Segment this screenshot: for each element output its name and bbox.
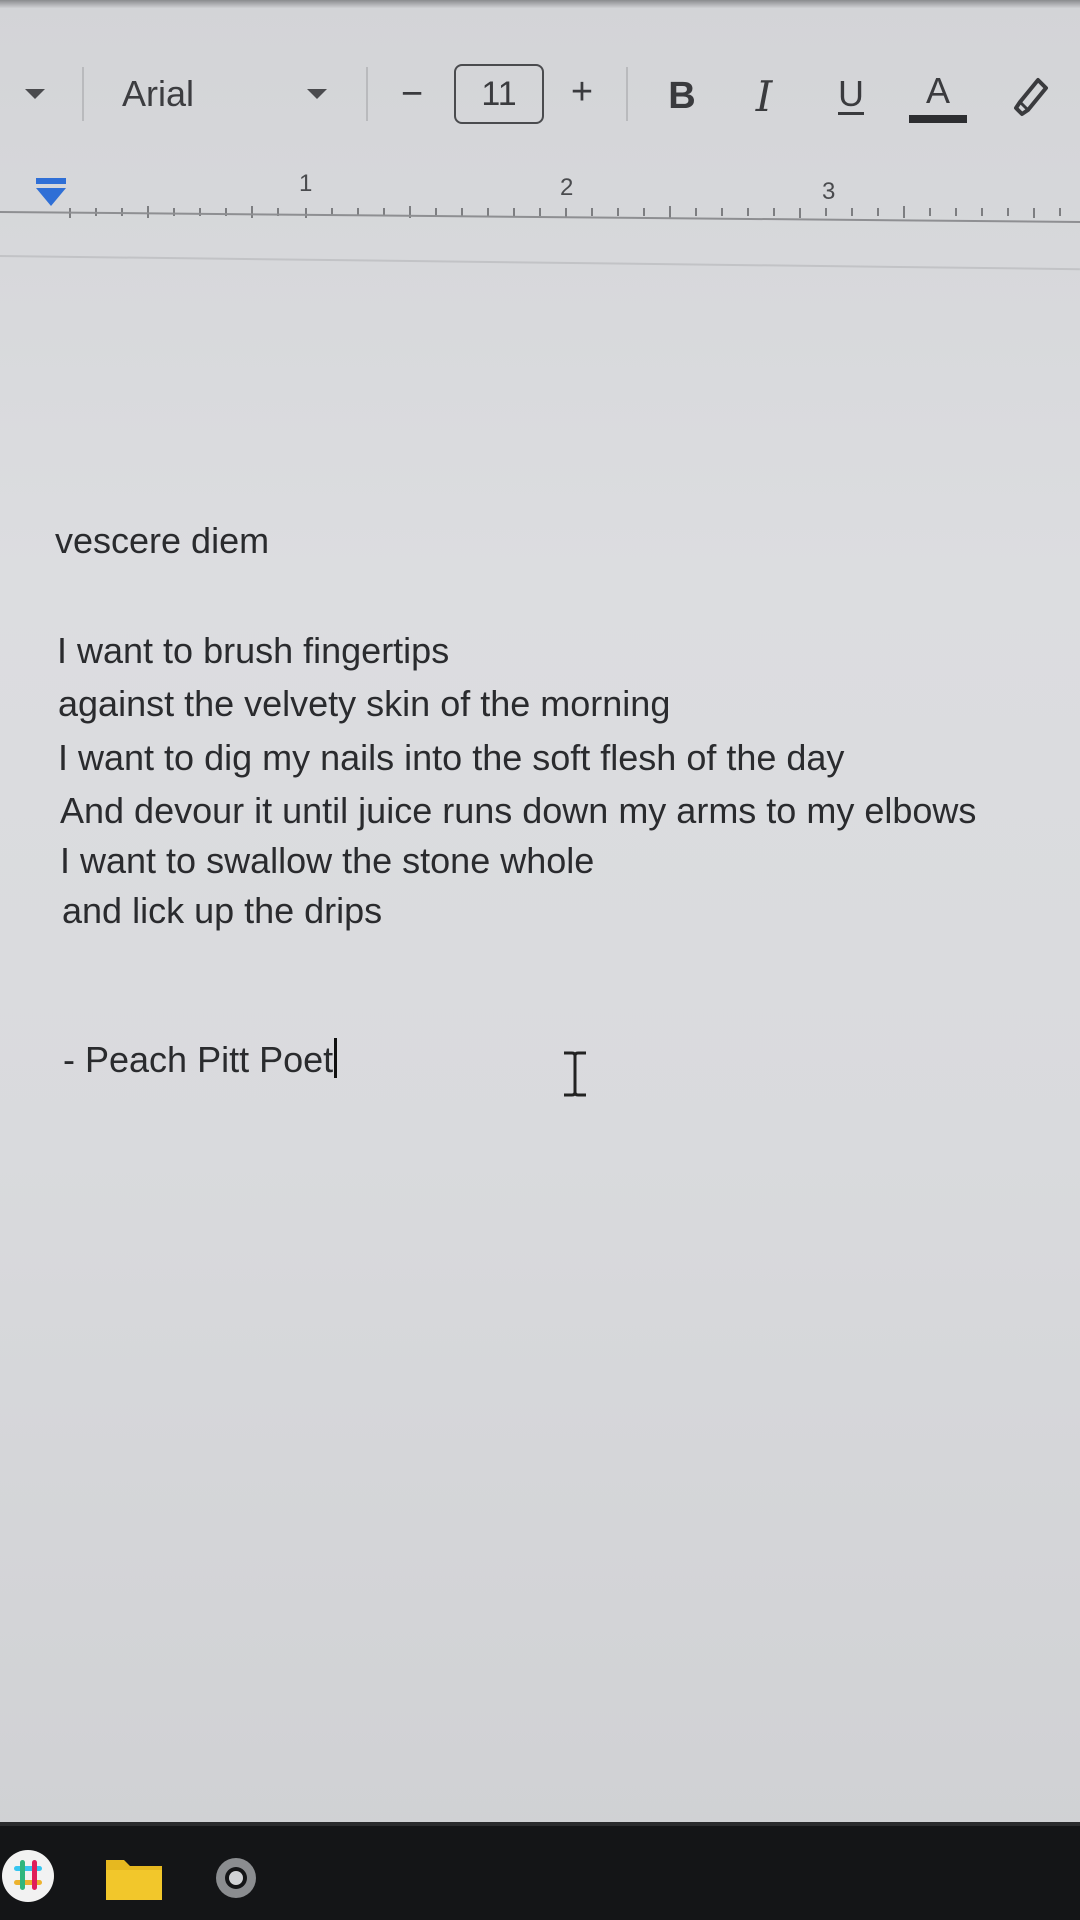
- poem-line: against the velvety skin of the morning: [58, 683, 671, 724]
- poem-line: I want to brush fingertips: [57, 630, 450, 671]
- signature-line: - Peach Pitt Poet: [63, 1038, 338, 1081]
- underline-button[interactable]: U: [826, 62, 876, 126]
- highlight-pen-icon[interactable]: [1002, 68, 1058, 124]
- poem-line: and lick up the drips: [62, 890, 383, 931]
- page-top-divider: [0, 255, 1080, 271]
- increase-font-size-button[interactable]: +: [562, 62, 602, 122]
- text-color-button[interactable]: A: [906, 66, 970, 130]
- decrease-font-size-button[interactable]: −: [392, 64, 432, 124]
- ruler-ticks: [0, 206, 1080, 223]
- top-edge: [0, 0, 1080, 8]
- poem-line: I want to swallow the stone whole: [60, 840, 595, 881]
- text-cursor: [334, 1038, 338, 1078]
- slack-icon[interactable]: [0, 1848, 60, 1909]
- poem-line: I want to dig my nails into the soft fle…: [58, 737, 845, 778]
- text-color-swatch: [909, 115, 967, 123]
- poem-line: And devour it until juice runs down my a…: [60, 790, 977, 831]
- indent-marker-icon[interactable]: [34, 174, 70, 214]
- ruler-number: 2: [560, 174, 574, 201]
- ruler-number: 1: [299, 170, 313, 197]
- signature-text: - Peach Pitt Poet: [63, 1039, 334, 1080]
- files-folder-icon[interactable]: [104, 1852, 164, 1907]
- italic-button[interactable]: I: [742, 64, 786, 128]
- font-size-input[interactable]: 11: [454, 64, 544, 124]
- formatting-toolbar: Arial − 11 + B I U A: [0, 50, 1080, 138]
- bold-button[interactable]: B: [660, 64, 704, 128]
- ibeam-cursor-icon: [560, 1050, 590, 1103]
- settings-icon[interactable]: [210, 1852, 262, 1909]
- text-color-label: A: [925, 70, 950, 111]
- toolbar-divider: [626, 67, 628, 121]
- font-family-label: Arial: [122, 73, 195, 114]
- font-family-dropdown[interactable]: Arial: [122, 64, 194, 124]
- ruler: 1 2 3: [0, 160, 1080, 230]
- ruler-number: 3: [822, 178, 836, 205]
- screen: Arial − 11 + B I U A 1 2 3 vescere diem …: [0, 0, 1080, 1920]
- style-dropdown-chevron-down-icon[interactable]: [20, 84, 50, 104]
- document-title: vescere diem: [55, 520, 270, 561]
- toolbar-divider: [366, 67, 368, 121]
- toolbar-divider: [82, 67, 84, 121]
- taskbar: [0, 1822, 1080, 1920]
- font-family-chevron-down-icon[interactable]: [302, 84, 332, 104]
